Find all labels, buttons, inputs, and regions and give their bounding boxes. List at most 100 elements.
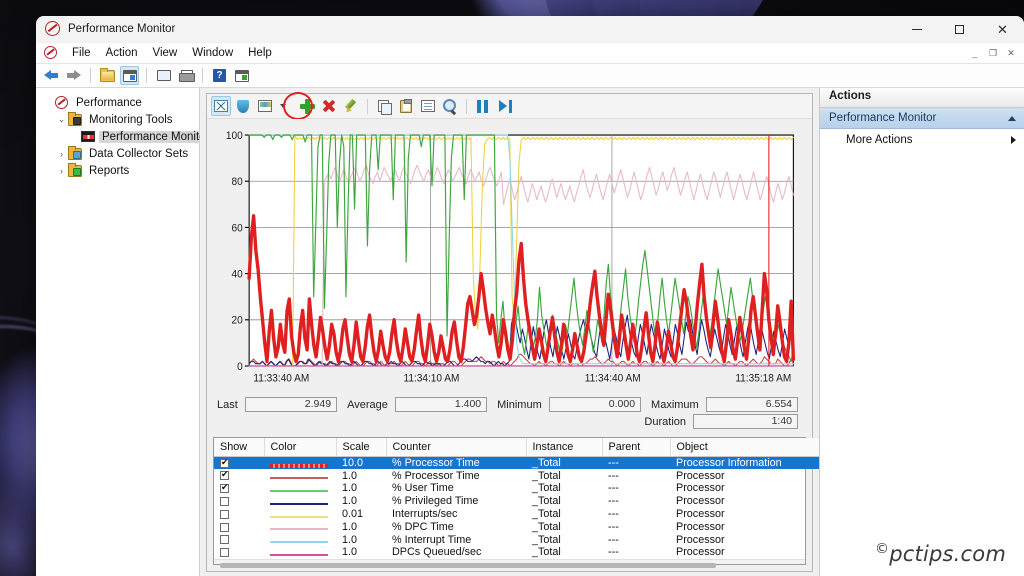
back-button[interactable]: [42, 66, 61, 85]
tree-item-performance[interactable]: Performance: [42, 94, 199, 111]
menu-help[interactable]: Help: [241, 45, 279, 61]
cell-show[interactable]: [214, 520, 264, 533]
show-checkbox[interactable]: [220, 471, 229, 480]
chart-area[interactable]: 02040608010011:33:40 AM11:34:10 AM11:34:…: [207, 119, 812, 395]
col-header-instance[interactable]: Instance: [526, 438, 602, 457]
window-maximize-button[interactable]: [938, 16, 981, 43]
actions-group-performance-monitor[interactable]: Performance Monitor: [820, 108, 1024, 129]
y-tick-label: 100: [226, 131, 243, 142]
show-console-tree-button[interactable]: [120, 66, 139, 85]
table-row[interactable]: 1.0DPCs Queued/sec_Total---Processor\\BI…: [214, 546, 864, 559]
cell-parent: ---: [602, 546, 670, 559]
counter-list[interactable]: Show Color Scale Counter Instance Parent…: [213, 437, 806, 565]
table-row[interactable]: 1.0% Processor Time_Total---Processor\\B…: [214, 469, 864, 482]
window-close-button[interactable]: ✕: [981, 16, 1024, 43]
table-row[interactable]: 0.01Interrupts/sec_Total---Processor\\BI…: [214, 508, 864, 521]
up-folder-button[interactable]: [98, 66, 117, 85]
cell-show[interactable]: [214, 482, 264, 495]
menu-file[interactable]: File: [65, 45, 98, 61]
cell-show[interactable]: [214, 546, 264, 559]
tree-twisty-reports[interactable]: ›: [55, 166, 68, 176]
view-change-button[interactable]: [233, 96, 253, 116]
cell-scale: 1.0: [336, 520, 386, 533]
center-pane: 02040608010011:33:40 AM11:34:10 AM11:34:…: [200, 88, 819, 576]
highlight-button[interactable]: [341, 96, 361, 116]
print-button[interactable]: [176, 66, 195, 85]
view-graph-button[interactable]: [211, 96, 231, 116]
color-swatch: [270, 477, 328, 479]
menu-view[interactable]: View: [146, 45, 185, 61]
forward-button[interactable]: [64, 66, 83, 85]
zoom-button[interactable]: [440, 96, 460, 116]
pause-icon: [477, 100, 489, 113]
window-titlebar[interactable]: Performance Monitor ✕: [36, 16, 1024, 43]
performance-graph[interactable]: 02040608010011:33:40 AM11:34:10 AM11:34:…: [213, 125, 804, 395]
view-type-dropdown[interactable]: [277, 96, 289, 116]
actions-item-more-actions[interactable]: More Actions: [820, 129, 1024, 150]
properties-button[interactable]: [418, 96, 438, 116]
system-menu-icon[interactable]: [44, 46, 58, 60]
tree-item-data-collector-sets[interactable]: › Data Collector Sets: [42, 145, 199, 162]
show-checkbox[interactable]: [220, 484, 229, 493]
delete-counter-button[interactable]: [319, 96, 339, 116]
cell-object: Processor: [670, 495, 820, 508]
tree-item-performance-monitor[interactable]: Performance Monitor: [42, 128, 199, 145]
graph-view-icon: [214, 100, 228, 112]
counter-list-hscrollbar[interactable]: [214, 559, 805, 564]
mdi-minimize-button[interactable]: _: [966, 45, 984, 61]
table-row[interactable]: 1.0% User Time_Total---Processor\\BIN: [214, 482, 864, 495]
show-checkbox[interactable]: [220, 523, 229, 532]
cell-scale: 10.0: [336, 457, 386, 470]
chevron-up-icon[interactable]: [1008, 116, 1016, 121]
col-header-counter[interactable]: Counter: [386, 438, 526, 457]
show-checkbox[interactable]: [220, 510, 229, 519]
folder-up-icon: [100, 70, 115, 82]
x-tick-label: 11:34:10 AM: [403, 373, 459, 384]
window-controls: ✕: [895, 16, 1024, 43]
cell-show[interactable]: [214, 495, 264, 508]
col-header-scale[interactable]: Scale: [336, 438, 386, 457]
update-data-button[interactable]: [495, 96, 515, 116]
cell-show[interactable]: [214, 533, 264, 546]
tree-item-monitoring-tools[interactable]: ⌄ Monitoring Tools: [42, 111, 199, 128]
cell-show[interactable]: [214, 469, 264, 482]
col-header-parent[interactable]: Parent: [602, 438, 670, 457]
mdi-restore-button[interactable]: ❐: [984, 45, 1002, 61]
copy-properties-button[interactable]: [374, 96, 394, 116]
view-type-button[interactable]: [255, 96, 275, 116]
show-checkbox[interactable]: [220, 497, 229, 506]
menu-action[interactable]: Action: [99, 45, 145, 61]
col-header-color[interactable]: Color: [264, 438, 336, 457]
mdi-child-controls: _ ❐ ✕: [966, 45, 1020, 61]
help-button[interactable]: ?: [210, 66, 229, 85]
table-row[interactable]: 1.0% DPC Time_Total---Processor\\BIN: [214, 520, 864, 533]
add-counter-button[interactable]: [297, 96, 317, 116]
cell-show[interactable]: [214, 508, 264, 521]
show-checkbox[interactable]: [220, 459, 229, 468]
paste-counter-list-button[interactable]: [396, 96, 416, 116]
menu-window[interactable]: Window: [185, 45, 240, 61]
minimum-label: Minimum: [487, 399, 549, 411]
show-action-pane-button[interactable]: [154, 66, 173, 85]
cell-color: [264, 533, 336, 546]
col-header-show[interactable]: Show: [214, 438, 264, 457]
tree-twisty-monitoring[interactable]: ⌄: [55, 114, 68, 125]
table-row[interactable]: 1.0% Privileged Time_Total---Processor\\…: [214, 495, 864, 508]
table-row[interactable]: 10.0% Processor Time_Total---Processor I…: [214, 457, 864, 470]
tree-twisty-dcs[interactable]: ›: [55, 149, 68, 159]
show-checkbox[interactable]: [220, 548, 229, 557]
tree-item-reports[interactable]: › Reports: [42, 162, 199, 179]
table-row[interactable]: 1.0% Interrupt Time_Total---Processor\\B…: [214, 533, 864, 546]
show-checkbox[interactable]: [220, 535, 229, 544]
y-tick-label: 0: [237, 362, 243, 373]
scrollbar-thumb[interactable]: [220, 563, 716, 568]
statistics-panel: Last 2.949 Average 1.400 Minimum 0.000 M…: [207, 395, 812, 435]
cell-instance: _Total: [526, 546, 602, 559]
mdi-close-button[interactable]: ✕: [1002, 45, 1020, 61]
new-window-button[interactable]: [232, 66, 251, 85]
window-minimize-button[interactable]: [895, 16, 938, 43]
cell-object: Processor: [670, 482, 820, 495]
col-header-object[interactable]: Object: [670, 438, 820, 457]
cell-show[interactable]: [214, 457, 264, 470]
freeze-display-button[interactable]: [473, 96, 493, 116]
